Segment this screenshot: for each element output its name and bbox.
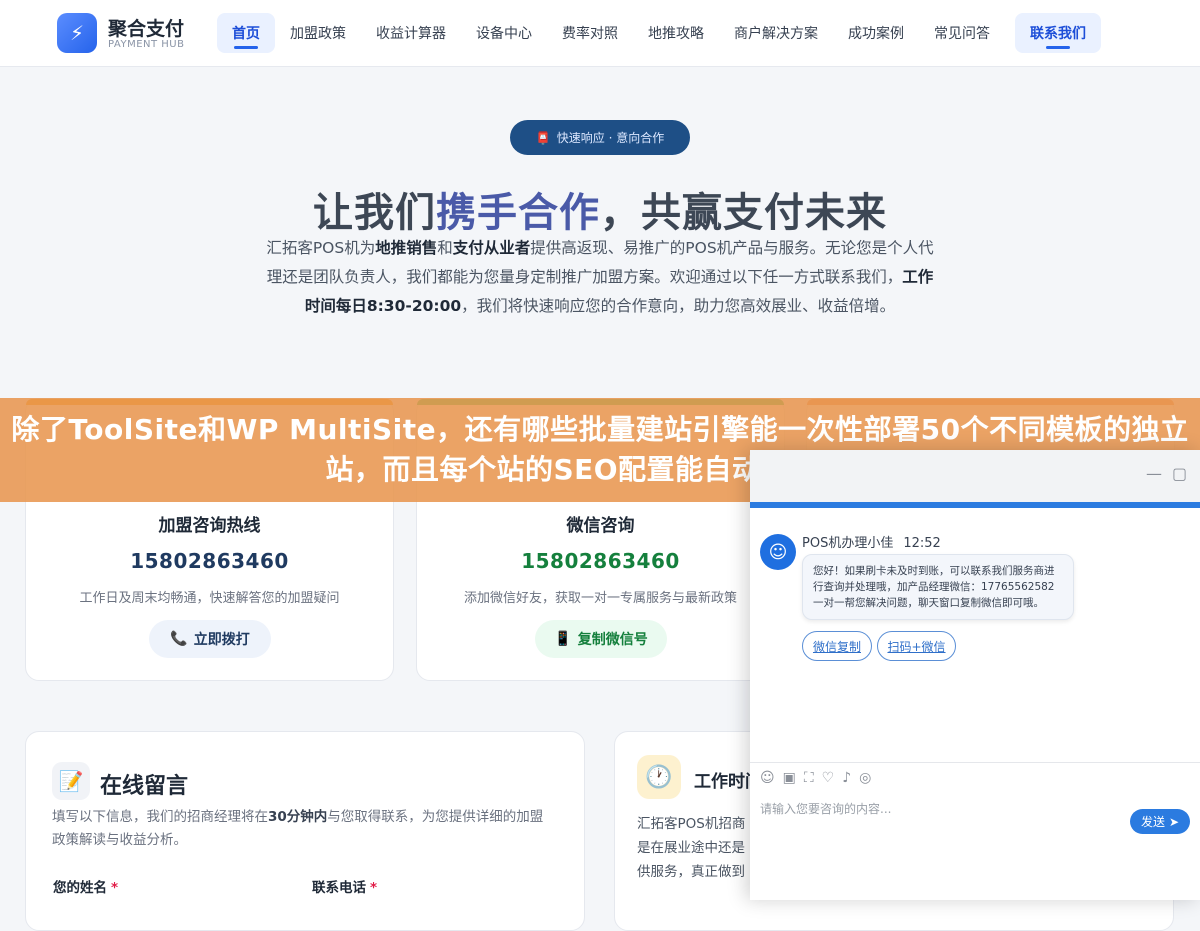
name-field-label: 您的姓名 * (53, 880, 119, 896)
chat-accent-bar (750, 502, 1200, 508)
call-now-button[interactable]: 📞 立即拨打 (149, 620, 271, 658)
chat-input[interactable]: 请输入您要咨询的内容... (760, 800, 891, 817)
chat-widget: — ▢ ☺ POS机办理小佳 12:52 您好！如果刷卡未及时到账，可以联系我们服… (750, 450, 1200, 900)
hero-description: 汇拓客POS机为地推销售和支付从业者提供高返现、易推广的POS机产品与服务。无论… (266, 239, 934, 315)
screenshot-icon[interactable]: ⛶ (804, 770, 814, 786)
copy-wechat-quick-button[interactable]: 微信复制 (802, 631, 872, 661)
top-navbar: ⚡ 聚合支付 PAYMENT HUB 首页 加盟政策 收益计算器 设备中心 费率… (0, 0, 1200, 67)
hero-badge: 📮 快速响应 · 意向合作 (510, 120, 690, 155)
nav-contact-us[interactable]: 联系我们 (1015, 13, 1101, 53)
hero-title: 让我们携手合作，共赢支付未来 (313, 190, 887, 236)
send-button[interactable]: 发送 ➤ (1130, 809, 1190, 834)
wechat-title: 微信咨询 (566, 516, 635, 536)
agent-name: POS机办理小佳 12:52 (802, 536, 941, 551)
minimize-icon[interactable]: — (1146, 464, 1162, 483)
worktime-description: 汇拓客POS机招商 是在展业途中还是 供服务，真正做到 (637, 816, 746, 880)
hotline-number[interactable]: 15802863460 (26, 549, 393, 573)
logo-subtitle: PAYMENT HUB (108, 39, 185, 50)
nav-merchant-solutions[interactable]: 商户解决方案 (719, 13, 833, 53)
nav-faq[interactable]: 常见问答 (919, 13, 1005, 53)
nav-success-cases[interactable]: 成功案例 (833, 13, 919, 53)
message-description: 填写以下信息，我们的招商经理将在30分钟内与您取得联系，为您提供详细的加盟政策解… (52, 809, 544, 848)
nav-promotion-guide[interactable]: 地推攻略 (633, 13, 719, 53)
hotline-title: 加盟咨询热线 (158, 516, 261, 536)
copy-wechat-button[interactable]: 📱 复制微信号 (535, 620, 667, 658)
wechat-number[interactable]: 15802863460 (417, 549, 784, 573)
nav-device-center[interactable]: 设备中心 (461, 13, 547, 53)
nav-franchise-policy[interactable]: 加盟政策 (275, 13, 361, 53)
wechat-icon[interactable]: ◎ (859, 770, 871, 786)
lightning-icon[interactable]: ⚡ (57, 13, 97, 53)
agent-avatar: ☺ (760, 534, 796, 570)
hero-badge-text: 快速响应 · 意向合作 (556, 131, 665, 145)
nav-rate-comparison[interactable]: 费率对照 (547, 13, 633, 53)
mailbox-icon: 📮 (535, 130, 551, 145)
phone-icon: 📞 (170, 631, 188, 647)
emoji-icon[interactable]: ☺ (760, 770, 775, 786)
logo-title[interactable]: 聚合支付 (108, 14, 184, 41)
main-nav: 首页 加盟政策 收益计算器 设备中心 费率对照 地推攻略 商户解决方案 成功案例… (217, 13, 1101, 53)
mobile-icon: 📱 (554, 631, 572, 647)
clock-icon: 🕐 (637, 755, 681, 799)
voice-icon[interactable]: ♪ (842, 770, 851, 786)
chat-toolbar: ☺ ▣ ⛶ ♡ ♪ ◎ (760, 770, 871, 786)
wechat-note: 添加微信好友，获取一对一专属服务与最新政策 (463, 591, 737, 606)
image-icon[interactable]: ▣ (783, 770, 796, 786)
chat-header[interactable]: — ▢ (750, 450, 1200, 502)
phone-field-label: 联系电话 * (312, 880, 378, 896)
send-icon: ➤ (1168, 814, 1180, 829)
memo-icon: 📝 (52, 762, 90, 800)
maximize-icon[interactable]: ▢ (1172, 464, 1187, 483)
rating-icon[interactable]: ♡ (822, 770, 835, 786)
chat-divider (750, 762, 1200, 763)
hotline-note: 工作日及周末均畅通，快速解答您的加盟疑问 (79, 591, 340, 606)
nav-home[interactable]: 首页 (217, 13, 275, 53)
nav-income-calculator[interactable]: 收益计算器 (361, 13, 461, 53)
message-title: 在线留言 (100, 774, 189, 799)
message-time: 12:52 (903, 536, 941, 551)
scan-add-wechat-quick-button[interactable]: 扫码+微信 (877, 631, 956, 661)
chat-message-bubble: 您好！如果刷卡未及时到账，可以联系我们服务商进行查询并处理哦，加产品经理微信：1… (802, 554, 1074, 620)
